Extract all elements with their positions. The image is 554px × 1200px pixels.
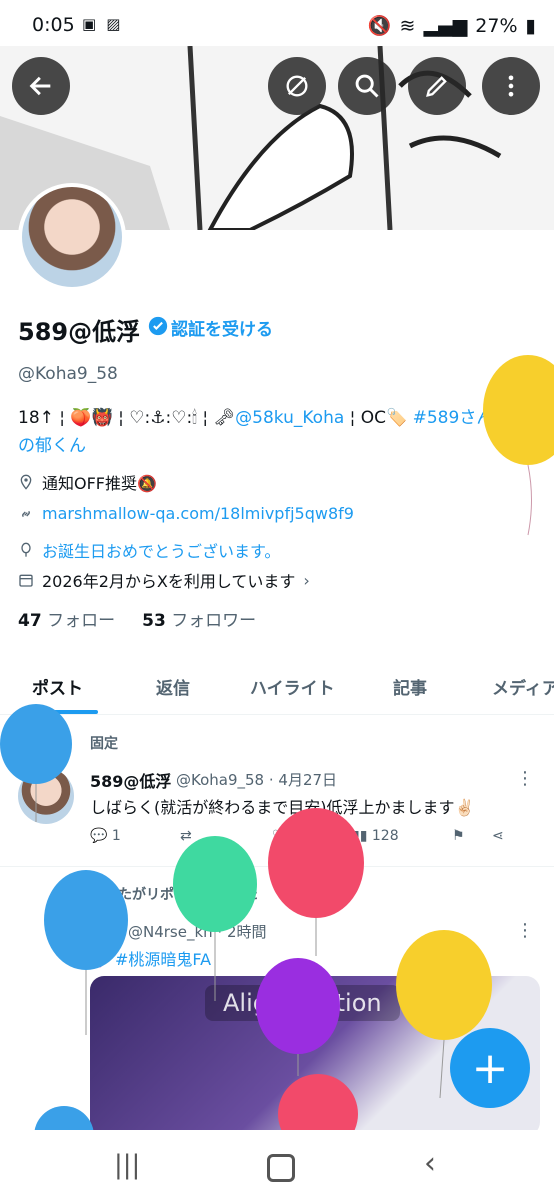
reply-button[interactable]: 💬 1 xyxy=(90,828,180,844)
location-pin-icon xyxy=(20,474,32,490)
blue-balloon-icon xyxy=(44,870,128,1035)
profile-location: 通知OFF推奨🔕 xyxy=(18,470,157,494)
back-button[interactable] xyxy=(12,57,70,115)
gallery-icon: ▨ xyxy=(106,15,121,33)
voicemail-icon: ▣ xyxy=(82,15,97,33)
bio-text-mid: ¦ OC🏷️ xyxy=(344,408,413,428)
status-time: 0:05 xyxy=(32,14,75,36)
verified-badge-icon xyxy=(148,316,168,336)
battery-percent: 27% xyxy=(475,14,518,37)
profile-avatar[interactable] xyxy=(18,183,126,291)
blue-balloon-icon xyxy=(0,704,72,822)
tab-posts[interactable]: ポスト xyxy=(32,674,83,699)
profile-website[interactable]: marshmallow-qa.com/18lmivpfj5qw8f9 xyxy=(18,504,354,523)
edit-button[interactable] xyxy=(408,57,466,115)
bookmark-icon[interactable]: ⚑ xyxy=(452,828,492,844)
purple-balloon-icon xyxy=(256,958,340,1076)
followers-link[interactable]: 53 フォロワー xyxy=(142,611,256,631)
balloon-icon xyxy=(21,542,31,557)
grok-button[interactable] xyxy=(268,57,326,115)
green-balloon-icon xyxy=(173,836,257,1001)
more-button[interactable] xyxy=(482,57,540,115)
reply-icon: 💬 xyxy=(90,828,108,844)
search-button[interactable] xyxy=(338,57,396,115)
tweet-more-icon[interactable]: ⋮ xyxy=(516,768,534,789)
recent-apps-icon[interactable]: ||| xyxy=(114,1150,140,1180)
search-icon xyxy=(355,74,379,98)
tweet2-more-icon[interactable]: ⋮ xyxy=(516,920,534,941)
yellow-balloon-icon xyxy=(483,355,554,536)
profile-name: 589@低浮 xyxy=(18,318,141,346)
tab-articles[interactable]: 記事 xyxy=(393,674,427,699)
system-nav-bar: ||| ‹ xyxy=(0,1130,554,1200)
home-icon[interactable] xyxy=(267,1154,295,1182)
red-balloon-icon xyxy=(268,808,364,956)
profile-handle: @Koha9_58 xyxy=(18,364,118,384)
tab-replies[interactable]: 返信 xyxy=(156,674,190,699)
arrow-left-icon xyxy=(29,76,51,96)
mute-icon: 🔇 xyxy=(367,15,392,37)
chevron-right-icon: › xyxy=(303,570,310,590)
profile-birthday: お誕生日おめでとうございます。 xyxy=(18,538,280,562)
signal-icon: ▂▄▆ xyxy=(423,14,468,37)
bio-mention-link[interactable]: @58ku_Koha xyxy=(235,408,344,428)
red-balloon-icon xyxy=(278,1074,358,1130)
bio-text: 18↑ ¦ 🍑👹 ¦ ♡:⚓:♡:🕯 ¦ 🗝 xyxy=(18,408,236,428)
profile-bio: 18↑ ¦ 🍑👹 ¦ ♡:⚓:♡:🕯 ¦ 🗝@58ku_Koha ¦ OC🏷️ … xyxy=(18,404,538,460)
tab-media[interactable]: メディア xyxy=(492,674,554,699)
link-icon xyxy=(22,510,30,517)
status-bar: 0:05 ▣ ▨ 🔇 ≋ ▂▄▆ 27% ▮ xyxy=(0,0,554,50)
tweet-author-name[interactable]: 589@低浮 xyxy=(90,768,171,792)
compose-fab-button[interactable]: + xyxy=(450,1028,530,1108)
pencil-icon xyxy=(426,76,447,97)
get-verified-link[interactable]: 認証を受ける xyxy=(171,315,273,340)
back-nav-icon[interactable]: ‹ xyxy=(424,1146,436,1181)
tweet-handle-time: @Koha9_58 · 4月27日 xyxy=(176,771,338,789)
more-vertical-icon xyxy=(508,75,514,97)
blue-balloon-icon xyxy=(34,1106,94,1132)
wifi-icon: ≋ xyxy=(399,14,416,37)
pinned-label: 固定 xyxy=(90,736,118,752)
grok-icon xyxy=(286,75,308,97)
battery-icon: ▮ xyxy=(525,14,536,37)
profile-tabs: ポスト 返信 ハイライト 記事 メディア xyxy=(0,660,554,715)
calendar-icon xyxy=(19,574,33,587)
following-link[interactable]: 47 フォロー xyxy=(18,611,115,631)
follow-stats: 47 フォロー 53 フォロワー xyxy=(18,606,256,631)
profile-joined[interactable]: 2026年2月からXを利用しています › xyxy=(18,568,310,592)
share-icon[interactable]: ⋖ xyxy=(492,828,504,844)
tab-highlights[interactable]: ハイライト xyxy=(250,674,335,699)
